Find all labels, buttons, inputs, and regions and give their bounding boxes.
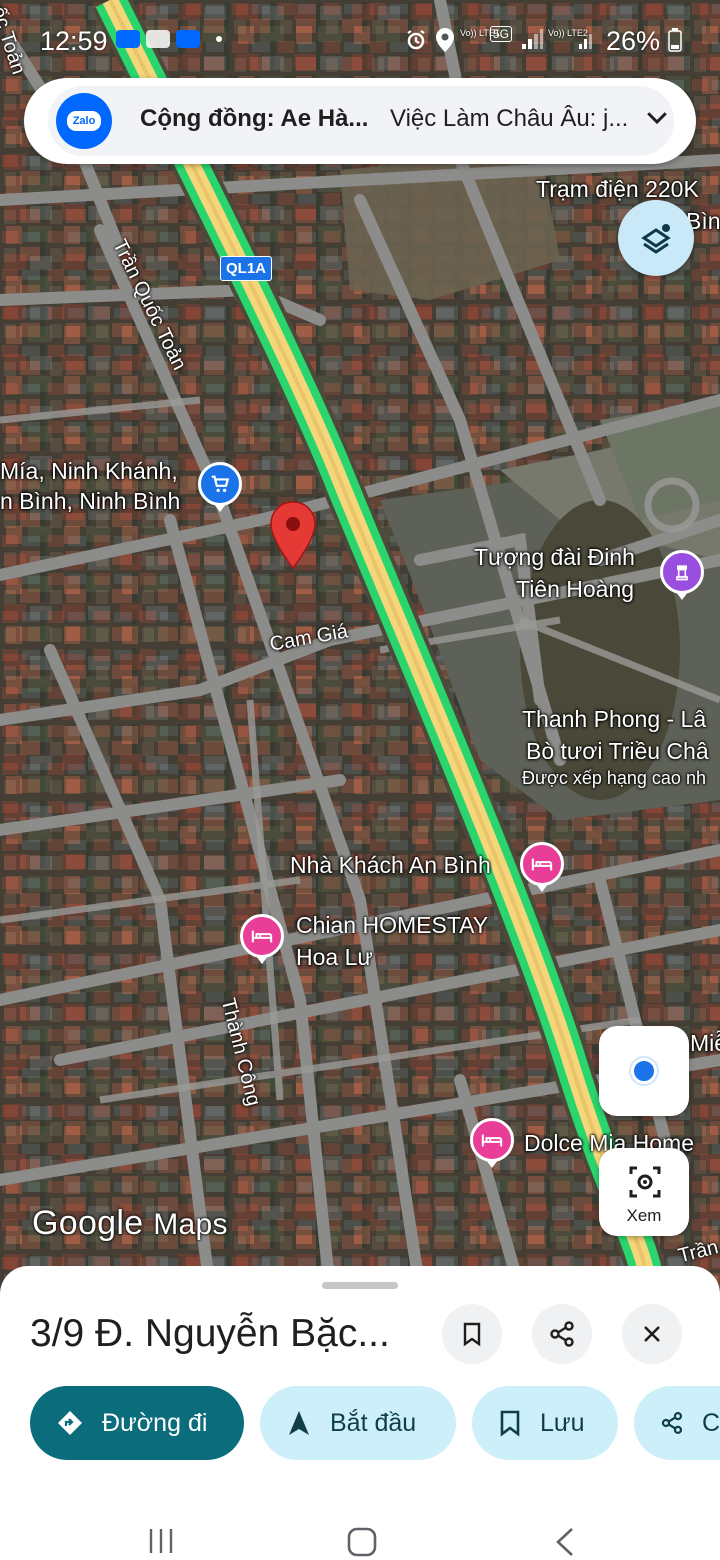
bookmark-icon xyxy=(500,1410,520,1437)
highway-shield: QL1A xyxy=(220,256,273,281)
share-icon xyxy=(661,1412,683,1434)
hotel-poi-icon[interactable] xyxy=(520,842,564,892)
street-view-label: Xem xyxy=(626,1206,662,1225)
save-button[interactable]: Lưu xyxy=(472,1386,618,1460)
zalo-notification-icon xyxy=(176,30,200,48)
save-place-button[interactable] xyxy=(442,1304,502,1364)
navigation-arrow-icon xyxy=(289,1411,309,1435)
start-label: Bắt đầu xyxy=(330,1408,417,1437)
zalo-notification-icon xyxy=(116,30,140,48)
image-notification-icon xyxy=(146,30,170,48)
notification-title: Cộng đồng: Ae Hà... xyxy=(140,105,369,132)
directions-icon xyxy=(58,1411,82,1435)
map-label-nha-khach: Nhà Khách An Bình xyxy=(290,852,491,878)
directions-label: Đường đi xyxy=(102,1408,208,1437)
notification-text: Việc Làm Châu Âu: j... xyxy=(390,105,629,132)
bookmark-icon xyxy=(463,1322,481,1347)
zalo-app-icon: Zalo xyxy=(56,93,112,149)
map-label-thanh-phong: Thanh Phong - Lâ xyxy=(522,706,707,732)
my-location-button[interactable] xyxy=(599,1026,689,1116)
layers-icon xyxy=(641,224,671,254)
signal-icon xyxy=(522,29,543,49)
google-logo-text: Google xyxy=(32,1204,144,1242)
map-label-tien-hoang: Tiên Hoàng xyxy=(516,576,635,602)
start-navigation-button[interactable]: Bắt đầu xyxy=(260,1386,456,1460)
save-label: Lưu xyxy=(540,1408,585,1437)
monument-poi-icon[interactable] xyxy=(660,550,704,600)
map-label-tuong-dai: Tượng đài Đinh xyxy=(474,544,635,570)
close-icon xyxy=(644,1326,660,1342)
status-time: 12:59 xyxy=(40,26,108,56)
map-label-hoa-lu: Hoa Lư xyxy=(296,944,373,970)
maps-logo-text: Maps xyxy=(153,1208,228,1241)
selected-location-pin[interactable] xyxy=(268,500,318,570)
camera-view-icon xyxy=(629,1166,661,1198)
map-label-rating: Được xếp hạng cao nh xyxy=(522,768,706,788)
map-label-ninh-binh: n Bình, Ninh Bình xyxy=(0,488,181,514)
close-sheet-button[interactable] xyxy=(622,1304,682,1364)
map-label-chian-homestay: Chian HOMESTAY xyxy=(296,912,489,938)
map-layers-button[interactable] xyxy=(618,200,694,276)
zalo-app-label: Zalo xyxy=(66,111,102,131)
alarm-icon xyxy=(407,30,425,50)
hotel-poi-icon[interactable] xyxy=(240,914,284,964)
signal-icon xyxy=(579,34,592,49)
more-notifications-dot-icon xyxy=(216,36,222,42)
map-label-tram-dien: Trạm điện 220K xyxy=(536,176,699,202)
recent-apps-icon[interactable] xyxy=(146,1526,176,1556)
google-maps-logo: Google Maps xyxy=(32,1204,228,1243)
status-bar: 12:59 Vo)) LTE1 5G Vo)) LTE2 26% xyxy=(0,0,720,78)
share-icon xyxy=(550,1321,574,1347)
chevron-down-icon[interactable] xyxy=(642,102,672,132)
map-label-ninh-khanh: Mía, Ninh Khánh, xyxy=(0,458,178,484)
map-label-mien: Miễ xyxy=(690,1030,720,1056)
my-location-icon xyxy=(631,1058,657,1084)
hotel-poi-icon[interactable] xyxy=(470,1118,514,1168)
street-view-button[interactable]: Xem xyxy=(599,1148,689,1236)
map-label-bo-tuoi: Bò tươi Triều Châ xyxy=(526,738,709,764)
directions-button[interactable]: Đường đi xyxy=(30,1386,244,1460)
back-icon[interactable] xyxy=(552,1526,578,1558)
battery-percent: 26% xyxy=(606,26,661,56)
place-title: 3/9 Đ. Nguyễn Bặc... xyxy=(30,1312,390,1355)
share-place-button[interactable] xyxy=(532,1304,592,1364)
shopping-cart-poi-icon[interactable] xyxy=(198,462,242,512)
notification-banner[interactable]: Zalo Cộng đồng: Ae Hà... Việc Làm Châu Â… xyxy=(24,78,696,164)
drag-handle[interactable] xyxy=(322,1282,398,1289)
system-navigation-bar xyxy=(0,1460,720,1560)
location-icon xyxy=(436,28,454,52)
share-button[interactable]: C xyxy=(634,1386,720,1460)
network-type: 5G xyxy=(490,26,513,42)
battery-icon xyxy=(668,28,682,52)
home-icon[interactable] xyxy=(346,1526,378,1558)
share-label: C xyxy=(701,1408,720,1437)
